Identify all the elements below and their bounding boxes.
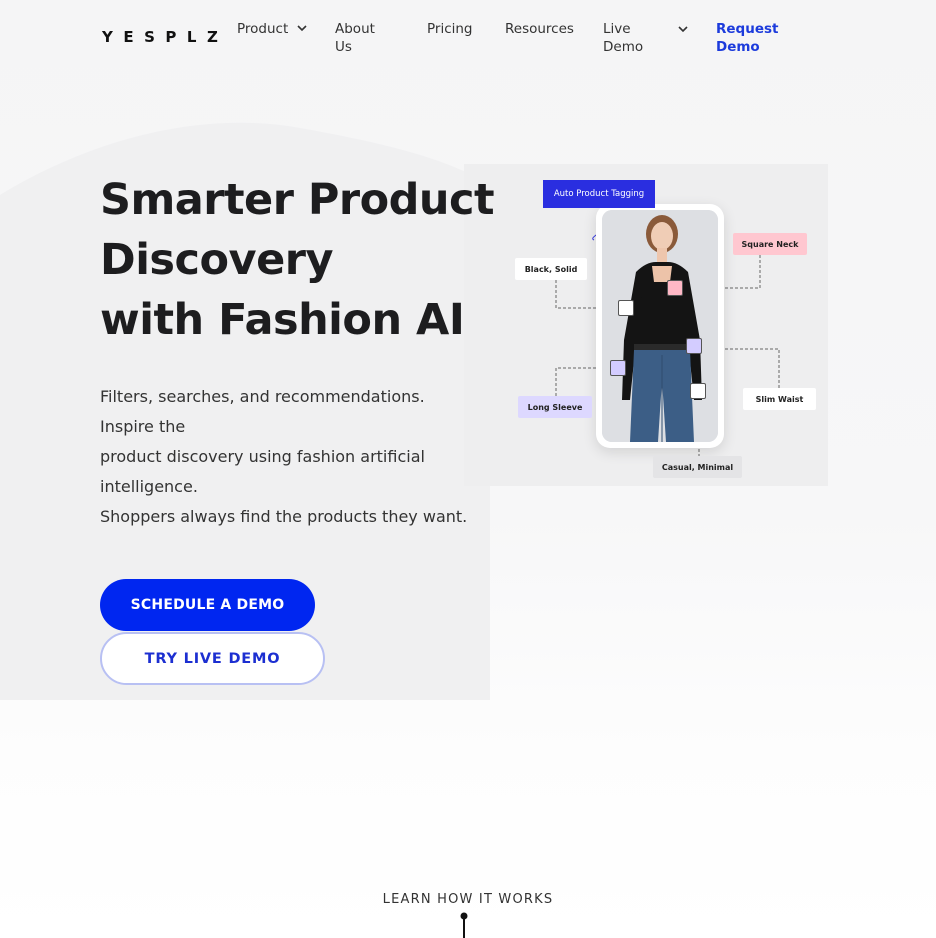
auto-tagging-illustration: Auto Product Tagging Black, Solid Square… [464,164,828,486]
nav-item-about-us[interactable]: About Us [335,20,375,56]
tag-marker [610,360,626,376]
model-photo [602,210,718,442]
nav-item-label: Product [237,21,289,37]
nav-item-label: Resources [505,21,574,37]
tag-black-solid: Black, Solid [515,258,587,280]
nav-item-request-demo[interactable]: Request Demo [716,20,778,56]
nav-item-label: Demo [716,39,760,55]
hero-title: Smarter Product Discovery with Fashion A… [100,170,495,350]
nav-item-label: Request [716,21,779,37]
hero-description: Filters, searches, and recommendations. … [100,382,480,532]
arrow-down-icon[interactable] [458,911,470,938]
learn-how-it-works-link[interactable]: LEARN HOW IT WORKS [0,892,936,907]
brand-logo[interactable]: YESPLZ [102,28,228,46]
tag-marker [618,300,634,316]
tag-auto-product-tagging: Auto Product Tagging [543,180,655,208]
tag-long-sleeve: Long Sleeve [518,396,592,418]
hero-title-line: with Fashion AI [100,295,465,345]
nav-item-pricing[interactable]: Pricing [427,20,473,38]
nav-item-live-demo[interactable]: Live Demo [603,20,688,56]
try-live-demo-button[interactable]: TRY LIVE DEMO [100,632,325,685]
nav-item-product[interactable]: Product [237,20,307,38]
chevron-down-icon [297,25,307,32]
hero-description-line: intelligence. [100,477,198,496]
tag-casual-minimal: Casual, Minimal [653,456,742,478]
hero-description-line: Inspire the [100,417,186,436]
tag-marker [686,338,702,354]
hero-description-line: Filters, searches, and recommendations. [100,387,425,406]
tag-square-neck: Square Neck [733,233,807,255]
tag-marker [690,383,706,399]
tag-slim-waist: Slim Waist [743,388,816,410]
nav-item-resources[interactable]: Resources [505,20,574,38]
chevron-down-icon [678,26,688,33]
phone-mockup [596,204,724,448]
nav-item-label: About [335,21,375,37]
hero-description-line: product discovery using fashion artifici… [100,447,425,466]
tag-marker [667,280,683,296]
hero-title-line: Smarter Product [100,175,495,225]
top-navigation: YESPLZ Product About Us Pricing Resource… [0,0,936,80]
schedule-demo-button[interactable]: SCHEDULE A DEMO [100,579,315,631]
nav-item-label: Demo [603,39,644,55]
nav-item-label: Us [335,39,352,55]
hero-description-line: Shoppers always find the products they w… [100,507,468,526]
nav-item-label: Pricing [427,21,473,37]
hero-title-line: Discovery [100,235,334,285]
nav-item-label: Live [603,21,631,37]
